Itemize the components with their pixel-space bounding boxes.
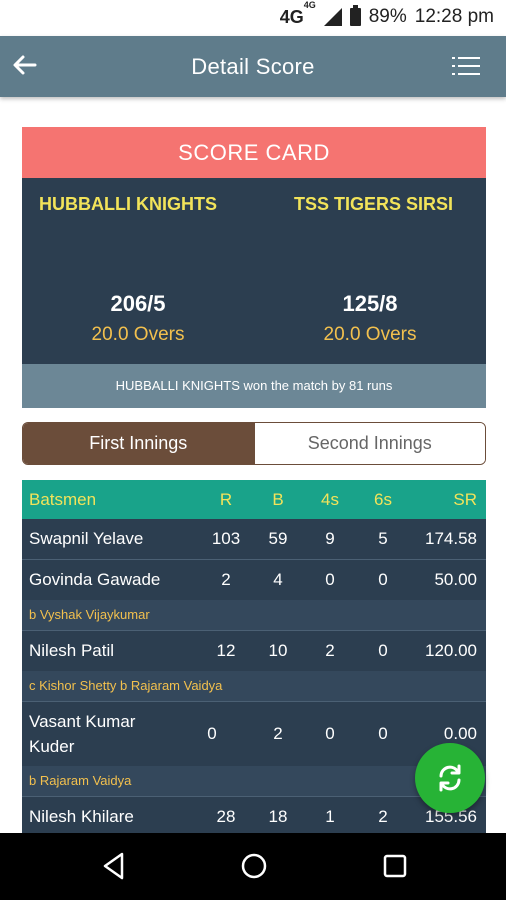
score-card: SCORE CARD HUBBALLI KNIGHTS TSS TIGERS S… — [22, 127, 486, 408]
table-row: Swapnil Yelave 103 59 9 5 174.58 — [22, 519, 486, 560]
batsman-sixes: 0 — [378, 570, 388, 589]
batsman-balls: 10 — [268, 641, 288, 660]
batsman-fours: 0 — [325, 724, 335, 743]
batsman-name: Vasant Kumar Kuder — [29, 712, 136, 756]
list-menu-icon[interactable] — [452, 56, 480, 76]
batsman-strike-rate: 50.00 — [434, 570, 477, 589]
battery-icon — [349, 5, 361, 26]
network-label: 4G — [279, 6, 304, 27]
batsman-balls: 2 — [273, 724, 283, 743]
batsman-name: Swapnil Yelave — [29, 529, 144, 548]
batsman-stats: Vasant Kumar Kuder 0 2 0 0 0.00 — [22, 702, 486, 766]
header-sixes: 6s — [374, 489, 392, 509]
score-card-body: HUBBALLI KNIGHTS TSS TIGERS SIRSI 206/5 … — [22, 178, 486, 364]
batsman-stats: Nilesh Patil 12 10 2 0 120.00 — [22, 631, 486, 671]
recents-square-icon[interactable] — [381, 851, 409, 881]
batsman-fours: 9 — [325, 529, 335, 548]
batsman-sixes: 0 — [378, 724, 388, 743]
batsman-stats: Nilesh Khilare 28 18 1 2 155.56 — [22, 797, 486, 833]
batsman-balls: 59 — [268, 529, 288, 548]
batsman-balls: 4 — [273, 570, 283, 589]
team-a-name: HUBBALLI KNIGHTS — [39, 194, 217, 214]
innings-tabs: First Innings Second Innings — [22, 422, 486, 465]
system-nav-bar — [0, 833, 506, 900]
header-fours: 4s — [321, 489, 339, 509]
dismissal-text: c Kishor Shetty b Rajaram Vaidya — [22, 671, 486, 701]
team-b-overs: 20.0 Overs — [323, 324, 417, 345]
team-a-score: 206/5 — [110, 291, 166, 316]
batsman-name: Govinda Gawade — [29, 570, 161, 589]
team-a-overs: 20.0 Overs — [91, 324, 185, 345]
tab-first-innings[interactable]: First Innings — [23, 423, 254, 464]
batsman-runs: 0 — [207, 724, 217, 743]
clock: 12:28 pm — [414, 6, 494, 27]
batsman-runs: 2 — [221, 570, 231, 589]
home-circle-icon[interactable] — [239, 851, 269, 881]
batsman-fours: 0 — [325, 570, 335, 589]
status-bar: 4G4G 89% 12:28 pm — [0, 0, 506, 36]
network-sup-label: 4G — [303, 0, 316, 10]
tab-second-innings[interactable]: Second Innings — [253, 423, 485, 464]
batsman-sixes: 0 — [378, 641, 388, 660]
team-b-score: 125/8 — [342, 291, 398, 316]
batsman-stats: Govinda Gawade 2 4 0 0 50.00 — [22, 560, 486, 600]
header-balls: B — [272, 489, 284, 509]
page-title: Detail Score — [191, 53, 315, 79]
batsman-stats: Swapnil Yelave 103 59 9 5 174.58 — [22, 519, 486, 559]
batsman-name: Nilesh Khilare — [29, 807, 134, 826]
dismissal-text: b Vyshak Vijaykumar — [22, 600, 486, 630]
batsman-name: Nilesh Patil — [29, 641, 115, 660]
batsman-fours: 1 — [325, 807, 335, 826]
battery-percent: 89% — [368, 6, 407, 27]
table-row: Nilesh Khilare 28 18 1 2 155.56 — [22, 797, 486, 833]
table-row: Nilesh Patil 12 10 2 0 120.00 c Kishor S… — [22, 631, 486, 702]
batsman-strike-rate: 0.00 — [443, 724, 477, 743]
header-runs: R — [219, 489, 233, 509]
arrow-left-icon[interactable] — [10, 50, 40, 80]
network-indicator: 4G4G — [279, 0, 316, 28]
batsman-sixes: 5 — [378, 529, 388, 548]
batsman-fours: 2 — [325, 641, 335, 660]
refresh-button[interactable] — [415, 743, 485, 813]
status-icons: 4G4G 89% 12:28 pm — [279, 0, 494, 28]
batsman-runs: 103 — [211, 529, 241, 548]
batsman-sixes: 2 — [378, 807, 388, 826]
table-header: Batsmen R B 4s 6s SR — [22, 480, 486, 519]
batsman-runs: 28 — [216, 807, 236, 826]
back-triangle-icon[interactable] — [100, 851, 128, 881]
app-bar: Detail Score — [0, 36, 506, 97]
signal-icon — [323, 8, 342, 26]
team-b-name: TSS TIGERS SIRSI — [294, 194, 454, 214]
batsman-runs: 12 — [216, 641, 236, 660]
batsman-strike-rate: 174.58 — [425, 529, 477, 548]
batsman-strike-rate: 120.00 — [425, 641, 477, 660]
header-batsmen: Batsmen — [29, 489, 97, 509]
refresh-icon — [439, 764, 461, 792]
batsman-balls: 18 — [268, 807, 288, 826]
header-strike-rate: SR — [453, 489, 477, 509]
score-card-header: SCORE CARD — [22, 127, 486, 178]
table-row: Govinda Gawade 2 4 0 0 50.00 b Vyshak Vi… — [22, 560, 486, 631]
match-result: HUBBALLI KNIGHTS won the match by 81 run… — [22, 364, 486, 408]
